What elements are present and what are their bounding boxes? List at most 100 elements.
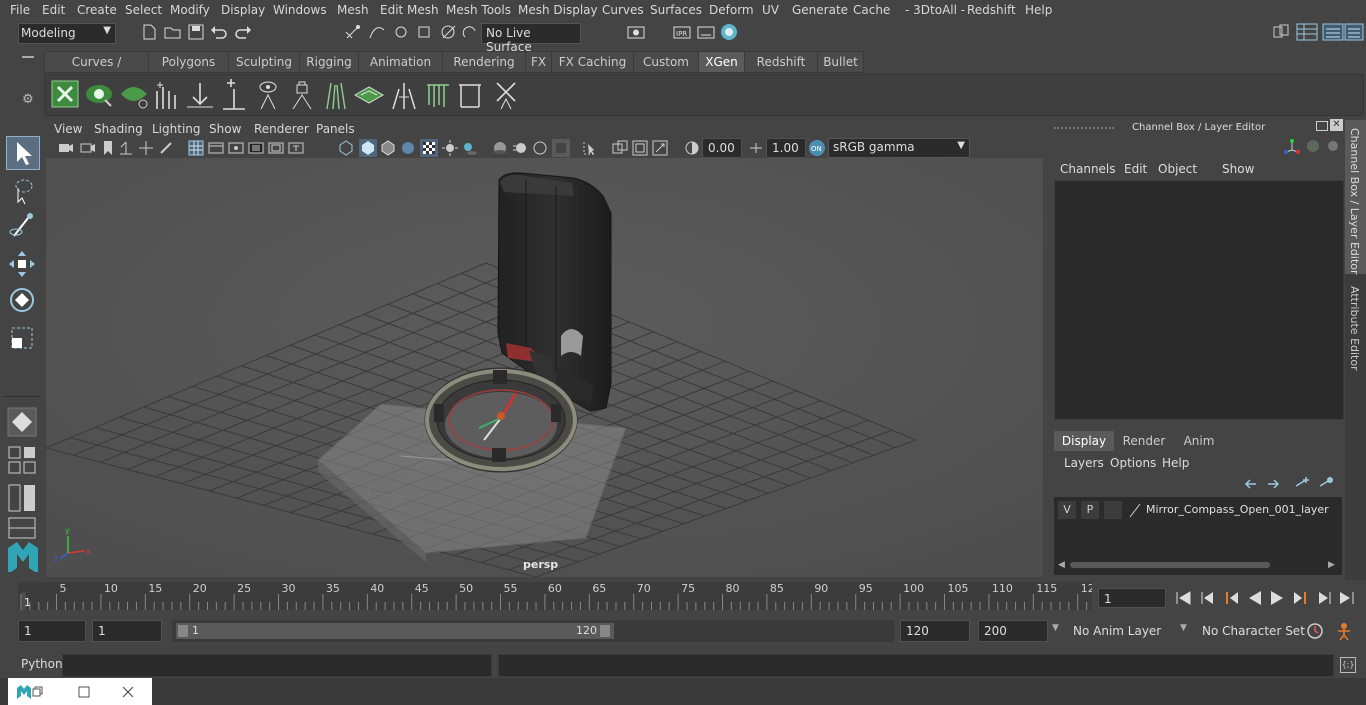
shelf-tab-fx[interactable]: FX bbox=[525, 51, 552, 73]
color-management-icon[interactable]: ON bbox=[808, 139, 826, 157]
camera-select-icon[interactable] bbox=[58, 140, 74, 156]
animation-preferences-icon[interactable] bbox=[1334, 621, 1354, 641]
auto-key-icon[interactable] bbox=[1306, 622, 1324, 640]
wireframe-icon[interactable] bbox=[338, 140, 354, 156]
menu-edit[interactable]: Edit bbox=[42, 3, 65, 17]
xray-active-icon[interactable] bbox=[632, 140, 648, 156]
close-icon[interactable] bbox=[122, 686, 134, 698]
isolate-select-icon[interactable] bbox=[582, 140, 598, 156]
shelf-tab-bullet[interactable]: Bullet bbox=[817, 51, 864, 73]
shelf-tab-xgen[interactable]: XGen bbox=[698, 51, 745, 73]
go-to-end-icon[interactable] bbox=[1338, 589, 1356, 607]
menu-mesh-display[interactable]: Mesh Display bbox=[518, 3, 598, 17]
anti-aliasing-icon[interactable] bbox=[532, 140, 548, 156]
camera-attributes-icon[interactable] bbox=[80, 140, 96, 156]
single-pane-layout-icon[interactable] bbox=[6, 444, 38, 476]
shelf-tab-rigging[interactable]: Rigging bbox=[299, 51, 359, 73]
shelf-tab-sculpting[interactable]: Sculpting bbox=[228, 51, 300, 73]
ipr-render-icon[interactable]: IPR bbox=[673, 24, 691, 40]
groom-visibility-icon[interactable] bbox=[253, 79, 283, 111]
layer-scrollbar[interactable]: ◀ ▶ bbox=[1058, 560, 1338, 570]
snap-point-icon[interactable] bbox=[392, 24, 410, 40]
layer-visibility-toggle[interactable]: V bbox=[1058, 501, 1076, 519]
shelf-tab-custom[interactable]: Custom bbox=[633, 51, 699, 73]
xray-joints-icon[interactable] bbox=[612, 140, 628, 156]
menu-file[interactable]: File bbox=[10, 3, 30, 17]
scroll-thumb[interactable] bbox=[1070, 562, 1270, 568]
move-layer-down-icon[interactable] bbox=[1266, 477, 1282, 491]
axis-orient-icon[interactable] bbox=[1284, 138, 1300, 154]
safe-action-icon[interactable] bbox=[288, 140, 304, 156]
menu-modify[interactable]: Modify bbox=[170, 3, 210, 17]
menu-help[interactable]: Help bbox=[1025, 3, 1052, 17]
layer-menu-options[interactable]: Options bbox=[1110, 456, 1156, 470]
new-layer-selected-icon[interactable] bbox=[1318, 476, 1334, 492]
command-language-label[interactable]: Python bbox=[21, 657, 63, 671]
gate-mask-icon[interactable] bbox=[248, 140, 264, 156]
time-ruler[interactable]: 5 10 15 20 25 30 35 40 45 50 55 60 65 70 75 80 85 90 95 100… bbox=[18, 582, 1092, 610]
go-to-start-icon[interactable] bbox=[1174, 589, 1192, 607]
move-tool-icon[interactable] bbox=[6, 248, 38, 280]
play-forward-icon[interactable] bbox=[1268, 589, 1286, 607]
show-manipulator-icon[interactable] bbox=[6, 406, 38, 438]
start-time-field[interactable]: 1 bbox=[18, 620, 86, 642]
close-icon[interactable]: ✕ bbox=[1330, 119, 1343, 131]
move-layer-up-icon[interactable] bbox=[1242, 477, 1258, 491]
shelf-tab-curves-surfaces[interactable]: Curves / Surfaces bbox=[44, 51, 149, 89]
shelf-tab-fx-caching[interactable]: FX Caching bbox=[551, 51, 634, 73]
groom-comb-icon[interactable] bbox=[423, 79, 453, 111]
layer-name[interactable]: Mirror_Compass_Open_001_layer bbox=[1146, 503, 1329, 516]
rotate-tool-icon[interactable] bbox=[6, 284, 38, 316]
groom-mirror-icon[interactable] bbox=[389, 79, 419, 111]
workspace-icon[interactable] bbox=[1272, 23, 1290, 41]
color-space-dropdown[interactable]: sRGB gamma ▼ bbox=[828, 138, 970, 158]
play-backward-icon[interactable] bbox=[1246, 589, 1264, 607]
paint-select-tool-icon[interactable] bbox=[6, 210, 38, 242]
menu-deform[interactable]: Deform bbox=[709, 3, 754, 17]
xgen-editor-icon[interactable] bbox=[85, 80, 115, 108]
snap-grid-icon[interactable] bbox=[344, 24, 362, 40]
menu-select[interactable]: Select bbox=[125, 3, 162, 17]
snap-live-icon[interactable] bbox=[462, 24, 480, 40]
render-settings-icon[interactable] bbox=[697, 24, 715, 40]
viewport-menu-show[interactable]: Show bbox=[209, 122, 241, 136]
image-plane-icon[interactable] bbox=[118, 140, 134, 156]
channel-menu-channels[interactable]: Channels bbox=[1060, 162, 1116, 176]
interactive-groom-icon[interactable] bbox=[151, 79, 181, 111]
shelf-tab-animation[interactable]: Animation bbox=[358, 51, 443, 73]
depth-of-field-icon[interactable] bbox=[552, 139, 570, 157]
range-handle-left[interactable] bbox=[178, 625, 188, 637]
exposure-icon[interactable] bbox=[684, 140, 700, 156]
2d-pan-zoom-icon[interactable] bbox=[138, 140, 154, 156]
layer-display-type-toggle[interactable] bbox=[1104, 501, 1122, 519]
viewport-menu-renderer[interactable]: Renderer bbox=[254, 122, 309, 136]
layer-playback-toggle[interactable]: P bbox=[1081, 501, 1099, 519]
menu-cache[interactable]: Cache bbox=[853, 3, 890, 17]
restore-icon[interactable] bbox=[32, 686, 44, 698]
end-time-field[interactable]: 200 bbox=[978, 620, 1048, 642]
groom-place-icon[interactable] bbox=[185, 79, 215, 111]
channel-box-toggle-icon[interactable] bbox=[1322, 22, 1344, 42]
scroll-left-icon[interactable]: ◀ bbox=[1058, 560, 1065, 570]
grid-toggle-icon[interactable] bbox=[188, 140, 204, 156]
new-layer-icon[interactable] bbox=[1294, 476, 1310, 492]
live-surface-field[interactable]: No Live Surface bbox=[481, 23, 581, 54]
use-all-lights-icon[interactable] bbox=[442, 140, 458, 156]
shelf-tab-redshift[interactable]: Redshift bbox=[744, 51, 818, 73]
character-set-dropdown[interactable]: ▼ No Character Set bbox=[1180, 620, 1305, 642]
groom-density-icon[interactable] bbox=[321, 79, 351, 111]
menu-uv[interactable]: UV bbox=[762, 3, 779, 17]
playback-start-field[interactable]: 1 bbox=[92, 620, 162, 642]
select-tool-icon[interactable] bbox=[6, 136, 40, 170]
menu-windows[interactable]: Windows bbox=[273, 3, 327, 17]
viewport-menu-shading[interactable]: Shading bbox=[94, 122, 143, 136]
new-scene-icon[interactable] bbox=[142, 24, 156, 40]
textured-icon[interactable] bbox=[400, 140, 416, 156]
time-slider[interactable]: 5 10 15 20 25 30 35 40 45 50 55 60 65 70 75 80 85 90 95 100… bbox=[18, 582, 1092, 610]
menu-create[interactable]: Create bbox=[77, 3, 117, 17]
film-gate-icon[interactable] bbox=[208, 140, 224, 156]
float-panel-icon[interactable] bbox=[1316, 121, 1328, 131]
motion-blur-icon[interactable] bbox=[512, 140, 528, 156]
xray-icon[interactable] bbox=[420, 139, 438, 157]
script-editor-icon[interactable]: {;} bbox=[1340, 657, 1356, 673]
